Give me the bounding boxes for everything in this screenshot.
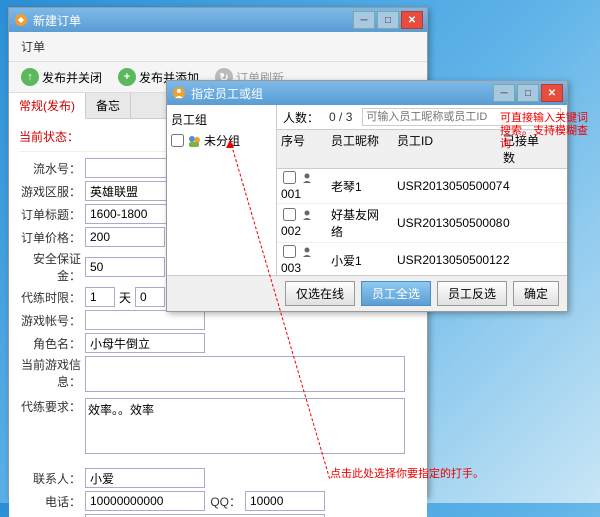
col-orders: 已接单数 bbox=[499, 130, 553, 168]
cell-nick: 老琴1 bbox=[327, 176, 393, 197]
table-row[interactable]: 003小爱1USR2013050500122 bbox=[277, 243, 567, 275]
cell-id: USR201305050007 bbox=[393, 177, 499, 195]
modal-close-button[interactable]: ✕ bbox=[541, 84, 563, 102]
count-label: 人数： bbox=[283, 109, 319, 126]
col-id: 员工ID bbox=[393, 130, 499, 168]
close-button[interactable]: ✕ bbox=[401, 11, 423, 29]
minimize-button[interactable]: ─ bbox=[353, 11, 375, 29]
cell-id: USR201305050008 bbox=[393, 214, 499, 232]
dialog-icon bbox=[171, 85, 187, 101]
publish-close-label: 发布并关闭 bbox=[42, 69, 102, 86]
price-input[interactable] bbox=[85, 227, 165, 247]
table-body: 001老琴1USR2013050500074 002好基友网络USR201305… bbox=[277, 169, 567, 275]
maximize-button[interactable]: □ bbox=[377, 11, 399, 29]
cell-nick: 好基友网络 bbox=[327, 204, 393, 242]
publish-close-button[interactable]: ↑ 发布并关闭 bbox=[17, 66, 106, 88]
req-textarea[interactable]: 效率。。效率 bbox=[85, 398, 405, 454]
row-checkbox[interactable] bbox=[283, 208, 296, 221]
row-checkbox[interactable] bbox=[283, 245, 296, 258]
phone-input[interactable] bbox=[85, 491, 205, 511]
up-arrow-icon: ↑ bbox=[21, 68, 39, 86]
account-label: 游戏帐号： bbox=[19, 312, 85, 329]
contact-label: 联系人： bbox=[19, 470, 85, 487]
col-seq: 序号 bbox=[277, 130, 327, 168]
modal-body: 员工组 未分组 人数： 0 / 3 序号 员工昵称 员工ID bbox=[167, 105, 567, 311]
cell-orders: 0 bbox=[499, 214, 553, 232]
qq-label: QQ： bbox=[205, 493, 245, 510]
tree-header: 员工组 bbox=[171, 109, 272, 130]
limit-hour-input[interactable] bbox=[135, 287, 165, 307]
modal-minimize-button[interactable]: ─ bbox=[493, 84, 515, 102]
plus-icon: + bbox=[118, 68, 136, 86]
serial-label: 流水号： bbox=[19, 160, 85, 177]
toolbar: 订单 bbox=[9, 32, 427, 62]
tab-memo[interactable]: 备忘 bbox=[86, 93, 131, 118]
account-input[interactable] bbox=[85, 310, 205, 330]
info-textarea[interactable] bbox=[85, 356, 405, 392]
cell-orders: 2 bbox=[499, 251, 553, 269]
tree-checkbox[interactable] bbox=[171, 134, 184, 147]
toolbar-label: 订单 bbox=[17, 36, 49, 57]
employee-search-input[interactable] bbox=[362, 108, 561, 126]
modal-titlebar: 指定员工或组 ─ □ ✕ bbox=[167, 81, 567, 105]
select-all-button[interactable]: 员工全选 bbox=[361, 281, 431, 306]
main-titlebar: 新建订单 ─ □ ✕ bbox=[9, 8, 427, 32]
group-icon bbox=[187, 134, 201, 148]
online-only-button[interactable]: 仅选在线 bbox=[285, 281, 355, 306]
phone-label: 电话： bbox=[19, 493, 85, 510]
employee-table: 序号 员工昵称 员工ID 已接单数 001老琴1USR2013050500074… bbox=[277, 129, 567, 275]
tree-item-label: 未分组 bbox=[204, 132, 240, 149]
price-label: 订单价格： bbox=[19, 229, 85, 246]
table-row[interactable]: 002好基友网络USR2013050500080 bbox=[277, 204, 567, 243]
row-checkbox[interactable] bbox=[283, 171, 296, 184]
limit-label: 代练时限： bbox=[19, 289, 85, 306]
invert-select-button[interactable]: 员工反选 bbox=[437, 281, 507, 306]
modal-title: 指定员工或组 bbox=[191, 85, 493, 102]
tree-item-ungrouped[interactable]: 未分组 bbox=[171, 130, 272, 151]
table-row[interactable]: 001老琴1USR2013050500074 bbox=[277, 169, 567, 204]
person-icon bbox=[301, 209, 313, 221]
cell-orders: 4 bbox=[499, 177, 553, 195]
contact-input[interactable] bbox=[85, 468, 205, 488]
app-icon bbox=[13, 12, 29, 28]
table-header: 序号 员工昵称 员工ID 已接单数 bbox=[277, 129, 567, 169]
cell-nick: 小爱1 bbox=[327, 250, 393, 271]
qq-input[interactable] bbox=[245, 491, 325, 511]
deposit-input[interactable] bbox=[85, 257, 165, 277]
modal-maximize-button[interactable]: □ bbox=[517, 84, 539, 102]
assign-employee-dialog: 指定员工或组 ─ □ ✕ 员工组 未分组 人数： 0 / 3 bbox=[166, 80, 568, 312]
info-label: 当前游戏信息： bbox=[19, 356, 85, 390]
zone-label: 游戏区服： bbox=[19, 183, 85, 200]
person-icon bbox=[301, 246, 313, 258]
role-label: 角色名： bbox=[19, 335, 85, 352]
modal-footer: 仅选在线 员工全选 员工反选 确定 bbox=[167, 275, 567, 311]
req-label: 代练要求： bbox=[19, 398, 85, 415]
person-icon bbox=[301, 172, 313, 184]
col-nick: 员工昵称 bbox=[327, 130, 393, 168]
title-label: 订单标题： bbox=[19, 206, 85, 223]
tab-normal[interactable]: 常规(发布) bbox=[9, 93, 86, 119]
main-title: 新建订单 bbox=[33, 12, 353, 29]
count-value: 0 / 3 bbox=[329, 110, 352, 124]
group-tree: 员工组 未分组 bbox=[167, 105, 277, 275]
limit-day-input[interactable] bbox=[85, 287, 115, 307]
day-unit: 天 bbox=[119, 289, 131, 306]
employee-list-panel: 人数： 0 / 3 序号 员工昵称 员工ID 已接单数 001老琴1USR201… bbox=[277, 105, 567, 275]
role-input[interactable] bbox=[85, 333, 205, 353]
cell-id: USR201305050012 bbox=[393, 251, 499, 269]
deposit-label: 安全保证金： bbox=[19, 250, 85, 284]
ok-button[interactable]: 确定 bbox=[513, 281, 559, 306]
